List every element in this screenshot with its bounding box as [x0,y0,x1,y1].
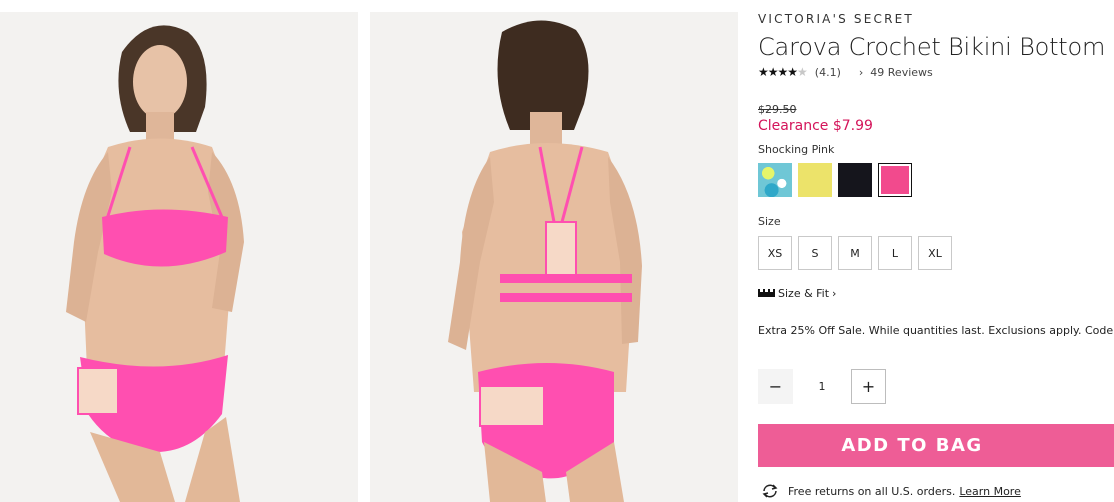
returns-text: Free returns on all U.S. orders. [788,484,956,498]
brand-name: VICTORIA'S SECRET [758,12,914,26]
chevron-right-icon: › [858,65,864,79]
size-fit-link[interactable]: Size & Fit › [758,287,836,300]
refresh-icon [760,483,780,499]
swatch-shocking-pink-fill [881,166,909,194]
swatch-black[interactable] [838,163,872,197]
size-m[interactable]: M [838,236,872,270]
chevron-right-icon: › [832,287,837,300]
product-info-panel: VICTORIA'S SECRET Carova Crochet Bikini … [758,0,1114,502]
quantity-value[interactable]: 1 [793,380,851,393]
selected-color-name: Shocking Pink [758,143,835,156]
swatch-yellow-fill [798,163,832,197]
size-xs[interactable]: XS [758,236,792,270]
returns-info: Free returns on all U.S. orders. Learn M… [760,483,1021,499]
size-options: XS S M L XL [758,236,958,270]
swatch-floral[interactable] [758,163,792,197]
stars-filled: ★★★★ [758,65,798,79]
rating-stars: ★★★★★ [758,65,808,79]
product-image-back[interactable] [370,12,738,502]
size-l[interactable]: L [878,236,912,270]
model-front-illustration [0,12,358,502]
color-swatches [758,163,918,197]
quantity-decrease-button[interactable]: − [758,369,793,404]
quantity-increase-button[interactable]: + [851,369,886,404]
size-xl[interactable]: XL [918,236,952,270]
stars-empty: ★ [797,65,808,79]
promo-message: Extra 25% Off Sale. While quantities las… [758,324,1114,337]
product-title: Carova Crochet Bikini Bottom [758,33,1106,61]
swatch-black-fill [838,163,872,197]
rating-row: ★★★★★ (4.1) › 49 Reviews [758,65,933,79]
size-fit-label: Size & Fit [778,287,830,300]
sale-price: Clearance $7.99 [758,118,873,134]
size-s[interactable]: S [798,236,832,270]
quantity-stepper: − 1 + [758,369,886,404]
ruler-icon [758,287,775,300]
rating-value: (4.1) [814,65,841,79]
add-to-bag-button[interactable]: ADD TO BAG [758,424,1114,467]
reviews-link[interactable]: › 49 Reviews [859,66,933,79]
swatch-shocking-pink[interactable] [878,163,912,197]
original-price: $29.50 [758,103,797,116]
learn-more-link[interactable]: Learn More [959,485,1021,498]
model-back-illustration [370,12,738,502]
reviews-count: 49 Reviews [870,65,933,79]
swatch-floral-fill [758,163,792,197]
product-image-front[interactable] [0,12,358,502]
size-label: Size [758,215,781,228]
swatch-yellow[interactable] [798,163,832,197]
